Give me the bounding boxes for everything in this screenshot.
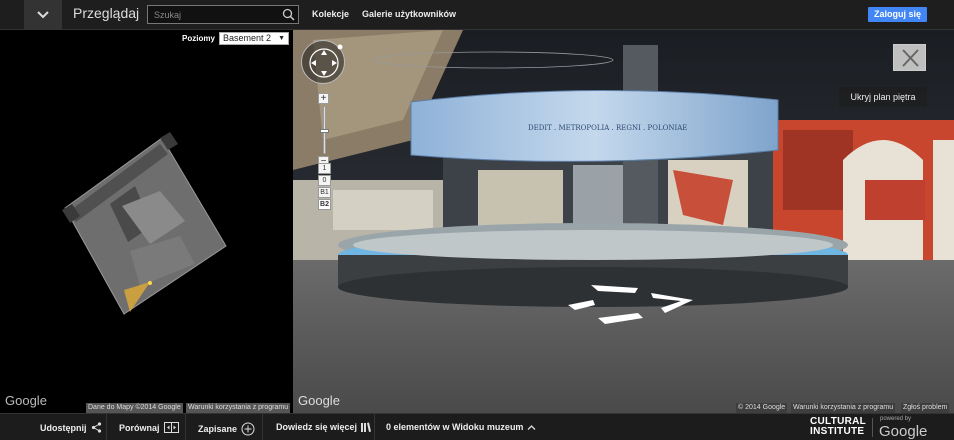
divider — [185, 414, 186, 440]
museum-view-label: 0 elementów w Widoku muzeum — [386, 422, 524, 432]
current-position-marker — [148, 281, 152, 285]
terms-link[interactable]: Warunki korzystania z programu — [791, 403, 896, 413]
map-terms-link[interactable]: Warunki korzystania z programu — [186, 403, 291, 413]
zoom-control: + − — [318, 93, 330, 167]
compare-button[interactable]: Porównaj — [119, 422, 179, 433]
floor-button-b1[interactable]: B1 — [318, 187, 331, 198]
powered-by-google-logo: Google — [879, 423, 928, 440]
share-button[interactable]: Udostępnij — [40, 422, 102, 433]
divider — [262, 414, 263, 440]
login-button[interactable]: Zaloguj się — [868, 7, 927, 22]
logo-line-2: INSTITUTE — [810, 426, 865, 437]
google-logo: Google — [298, 393, 340, 408]
add-circle-icon — [241, 422, 255, 436]
google-logo: Google — [5, 393, 47, 408]
zoom-in-button[interactable]: + — [318, 93, 329, 104]
zoom-slider-handle[interactable] — [319, 129, 329, 133]
learn-more-button[interactable]: Dowiedz się więcej — [276, 422, 372, 432]
level-select-value: Basement 2 — [223, 33, 272, 43]
nav-user-galleries[interactable]: Galerie użytkowników — [362, 9, 456, 19]
floor-button-b2[interactable]: B2 — [318, 199, 331, 210]
hide-floor-plan-button[interactable]: Ukryj plan piętra — [839, 87, 927, 107]
floor-plan-map[interactable] — [0, 46, 293, 406]
floor-plan-panel: Poziomy Basement 2 ▼ Google Dane do Mapy… — [0, 30, 293, 413]
level-select[interactable]: Basement 2 ▼ — [219, 32, 289, 45]
bottom-toolbar: Udostępnij Porównaj Zapisane Dowiedz się… — [0, 413, 954, 440]
share-icon — [91, 422, 102, 433]
divider — [872, 418, 873, 437]
map-data-attribution: Dane do Mapy ©2014 Google — [86, 403, 183, 413]
google-cultural-institute-app: Przeglądaj Kolekcje Galerie użytkowników… — [0, 0, 954, 440]
learn-more-label: Dowiedz się więcej — [276, 422, 358, 432]
pan-control[interactable] — [301, 40, 345, 84]
divider — [106, 414, 107, 440]
compare-label: Porównaj — [119, 422, 160, 433]
search-box[interactable] — [147, 5, 299, 24]
copyright-text: © 2014 Google — [736, 403, 788, 413]
compare-icon — [163, 422, 179, 433]
dropdown-arrow-icon: ▼ — [278, 35, 285, 42]
top-bar: Przeglądaj Kolekcje Galerie użytkowników… — [0, 0, 954, 30]
report-problem-link[interactable]: Zgłoś problem — [901, 403, 950, 413]
floor-button-1[interactable]: 1 — [318, 163, 331, 174]
museum-view-items-button[interactable]: 0 elementów w Widoku muzeum — [386, 422, 536, 432]
nav-collections[interactable]: Kolekcje — [312, 9, 349, 19]
museum-icon — [361, 422, 372, 432]
saved-button[interactable]: Zapisane — [198, 422, 255, 436]
chevron-up-icon — [527, 424, 536, 431]
close-button[interactable] — [893, 44, 926, 71]
street-view-panorama[interactable]: DEDIT . METROPOLIA . REGNI . POLONIAE + … — [293, 30, 954, 413]
levels-label: Poziomy — [182, 34, 215, 43]
search-input[interactable] — [154, 8, 274, 22]
divider — [374, 414, 375, 440]
exhibit-banner-text: DEDIT . METROPOLIA . REGNI . POLONIAE — [528, 124, 687, 132]
powered-by-label: powered by — [880, 416, 912, 422]
zoom-slider[interactable] — [319, 106, 329, 154]
chevron-down-icon — [37, 11, 49, 19]
cultural-institute-logo[interactable]: CULTURAL INSTITUTE — [810, 417, 866, 437]
menu-button[interactable] — [24, 0, 62, 30]
floor-button-0[interactable]: 0 — [318, 175, 331, 186]
search-icon[interactable] — [282, 8, 295, 26]
floor-buttons: 1 0 B1 B2 — [318, 163, 332, 211]
compass-icon — [309, 44, 343, 78]
saved-label: Zapisane — [198, 424, 238, 434]
browse-title[interactable]: Przeglądaj — [73, 5, 139, 21]
close-icon — [902, 49, 919, 67]
share-label: Udostępnij — [40, 422, 87, 433]
